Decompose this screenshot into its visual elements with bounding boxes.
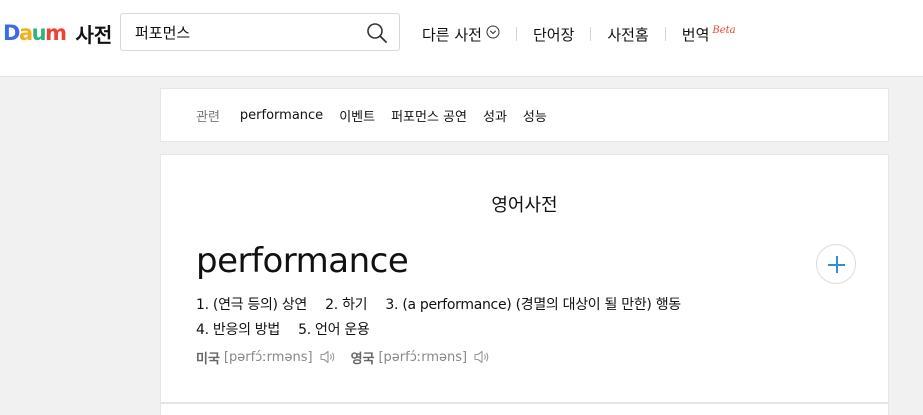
related-label: 관련 — [196, 109, 220, 125]
pronunciation-row: 미국 [pərfɔ́ːrməns] 영국 [pərfɔ́ːrməns] — [196, 346, 491, 368]
logo-letter-d: D — [3, 21, 20, 45]
pron-locale-us: 미국 — [196, 351, 220, 367]
related-keyword[interactable]: 이벤트 — [339, 106, 375, 125]
nav-divider — [590, 27, 592, 41]
beta-badge: Beta — [712, 24, 736, 36]
nav-label: 번역 — [681, 25, 710, 44]
service-title: 사전 — [75, 22, 113, 47]
search-input[interactable] — [135, 20, 360, 44]
header: D a u m 사전 다른 사전 단어장 사전홈 — [0, 0, 923, 77]
speaker-icon[interactable] — [319, 349, 337, 365]
related-keyword[interactable]: 성과 — [483, 106, 507, 125]
related-keyword[interactable]: 성능 — [523, 106, 547, 125]
meaning-item: 1. (연극 등의) 상연 — [196, 297, 308, 313]
nav-translate[interactable]: 번역 Beta — [682, 24, 736, 45]
related-keywords-bar: 관련 performance 이벤트 퍼포먼스 공연 성과 성능 — [160, 88, 889, 142]
nav-divider — [515, 27, 517, 41]
section-title-text: 영어사전 — [491, 195, 558, 216]
pron-ipa-us: [pərfɔ́ːrməns] — [223, 349, 313, 365]
meaning-item: 5. 언어 운용 — [298, 322, 370, 338]
english-dictionary-card: 영어사전 performance 1. (연극 등의) 상연 2. 하기 3. … — [160, 154, 889, 403]
entry-word[interactable]: performance — [196, 241, 409, 281]
section-title: 영어사전 — [161, 191, 888, 217]
nav-label: 다른 사전 — [422, 25, 482, 44]
meaning-item: 2. 하기 — [325, 297, 368, 313]
nav-divider — [664, 27, 666, 41]
nav-other-dictionaries[interactable]: 다른 사전 — [422, 24, 500, 45]
related-keyword[interactable]: 퍼포먼스 공연 — [391, 106, 467, 125]
logo-letter-m: m — [45, 21, 67, 45]
nav-wordbook[interactable]: 단어장 — [533, 24, 574, 45]
pron-locale-uk: 영국 — [350, 351, 375, 367]
add-to-wordbook-button[interactable] — [816, 244, 856, 284]
meaning-item: 4. 반응의 방법 — [196, 322, 280, 338]
logo-letter-a: a — [18, 21, 33, 45]
pron-ipa-uk: [pərfɔ́ːrməns] — [378, 349, 468, 365]
top-nav: 다른 사전 단어장 사전홈 번역 Beta — [422, 22, 736, 46]
meaning-list: 1. (연극 등의) 상연 2. 하기 3. (a performance) (… — [196, 293, 816, 343]
logo-letter-u: u — [31, 21, 47, 45]
next-card-edge — [160, 403, 889, 415]
nav-dictionary-home[interactable]: 사전홈 — [607, 24, 648, 45]
search-icon[interactable] — [365, 21, 389, 45]
chevron-down-icon — [486, 25, 500, 43]
section-title-highlight: 영어사전 — [475, 191, 574, 217]
speaker-icon[interactable] — [473, 349, 491, 365]
meaning-item: 3. (a performance) (경멸의 대상이 될 만한) 행동 — [385, 297, 681, 313]
search-box — [120, 13, 400, 51]
related-keyword[interactable]: performance — [240, 108, 323, 123]
daum-logo[interactable]: D a u m 사전 — [3, 21, 112, 47]
